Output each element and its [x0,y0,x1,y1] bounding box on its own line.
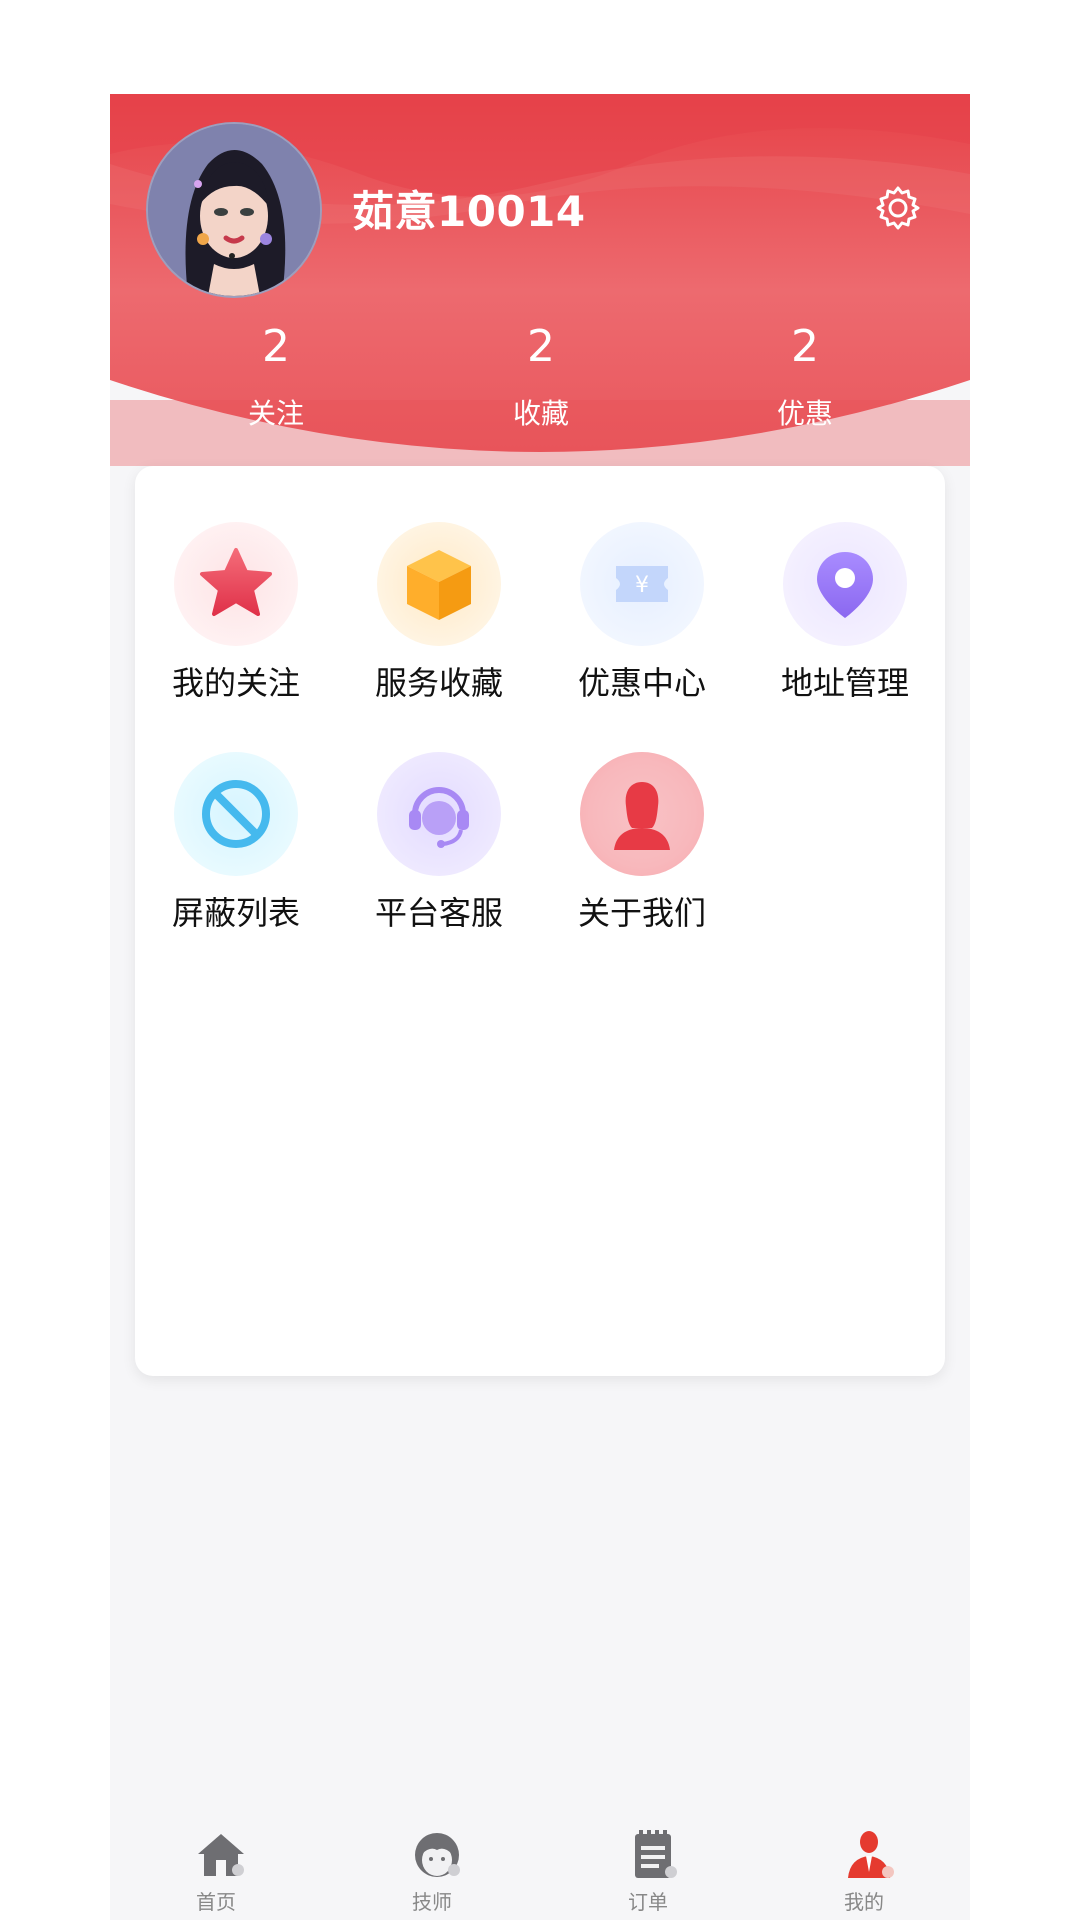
stat-follow-count: 2 [262,321,290,372]
tab-me[interactable]: 我的 [794,1826,934,1920]
order-icon [626,1828,680,1882]
menu-item-about-us[interactable]: 关于我们 [541,752,731,942]
headset-icon [377,752,501,876]
me-icon [842,1828,896,1882]
menu-card: 我的关注 服务收藏 ¥ 优惠中心 地址管理 屏蔽列表 平台客服 关于我们 [135,466,945,1376]
avatar-image [148,124,320,296]
home-icon [194,1828,248,1882]
tab-home[interactable]: 首页 [146,1826,286,1920]
tab-orders-label: 订单 [628,1890,668,1914]
avatar[interactable] [146,122,322,298]
svg-text:¥: ¥ [635,573,649,598]
stat-favorites-count: 2 [527,321,555,372]
coupon-icon: ¥ [580,522,704,646]
menu-item-label: 服务收藏 [374,664,503,702]
box-icon [377,522,501,646]
menu-item-my-follows[interactable]: 我的关注 [135,522,325,712]
username: 茹意10014 [352,187,586,236]
technician-icon [410,1828,464,1882]
stat-favorites[interactable]: 2 收藏 [471,322,611,432]
tab-home-label: 首页 [196,1890,236,1914]
menu-item-address-management[interactable]: 地址管理 [744,522,934,712]
stat-coupons[interactable]: 2 优惠 [735,322,875,432]
profile-header: 茹意10014 2 关注 2 收藏 2 优惠 [110,94,970,466]
tab-technician[interactable]: 技师 [362,1826,502,1920]
stat-favorites-label: 收藏 [512,397,569,430]
menu-item-label: 平台客服 [374,894,503,932]
person-icon [580,752,704,876]
stat-follow[interactable]: 2 关注 [206,322,346,432]
location-pin-icon [783,522,907,646]
menu-item-coupon-center[interactable]: ¥ 优惠中心 [541,522,731,712]
stat-follow-label: 关注 [247,397,304,430]
tab-technician-label: 技师 [412,1890,452,1914]
block-icon [174,752,298,876]
menu-item-label: 地址管理 [780,664,909,702]
stat-coupons-count: 2 [791,321,819,372]
menu-item-service-favorites[interactable]: 服务收藏 [338,522,528,712]
bottom-tab-bar: 首页 技师 订单 我的 [110,1826,970,1920]
menu-item-label: 关于我们 [577,894,706,932]
star-icon [174,522,298,646]
tab-orders[interactable]: 订单 [578,1826,718,1920]
menu-item-label: 屏蔽列表 [171,894,300,932]
stat-coupons-label: 优惠 [776,397,833,430]
menu-item-customer-service[interactable]: 平台客服 [338,752,528,942]
menu-item-block-list[interactable]: 屏蔽列表 [135,752,325,942]
settings-icon[interactable] [874,184,922,232]
menu-item-label: 优惠中心 [577,664,706,702]
app-screen: 茹意10014 2 关注 2 收藏 2 优惠 我的关注 服务收藏 ¥ 优惠中心 … [110,94,970,1920]
tab-me-label: 我的 [844,1890,884,1914]
menu-item-label: 我的关注 [171,664,300,702]
